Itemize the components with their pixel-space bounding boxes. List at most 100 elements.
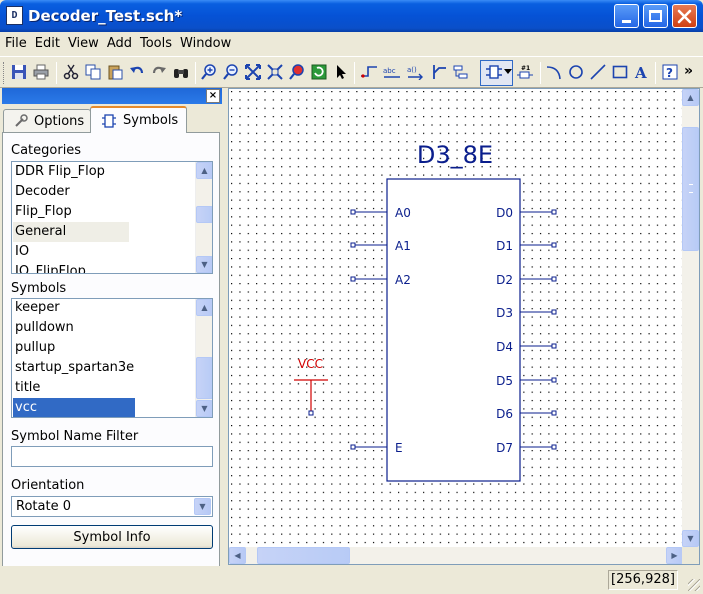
scroll-thumb[interactable] xyxy=(196,357,212,399)
zoom-full-icon[interactable] xyxy=(244,63,262,81)
list-item[interactable]: pulldown xyxy=(13,318,135,338)
orientation-select[interactable]: Rotate 0 ▼ xyxy=(11,496,213,517)
scroll-down-icon[interactable]: ▼ xyxy=(196,256,212,273)
pin-e-connector[interactable] xyxy=(350,444,356,450)
pin-d7-connector[interactable] xyxy=(551,444,557,450)
pin-d6-connector[interactable] xyxy=(551,410,557,416)
add-line-icon[interactable] xyxy=(589,63,607,81)
categories-scrollbar[interactable]: ▲ ▼ xyxy=(195,162,212,273)
panel-close-icon[interactable]: × xyxy=(206,89,220,103)
menu-edit[interactable]: Edit xyxy=(32,36,63,51)
tab-symbols[interactable]: Symbols xyxy=(90,106,187,133)
scroll-up-icon[interactable]: ▲ xyxy=(196,299,212,316)
toolbar-overflow-button[interactable]: » xyxy=(684,63,693,79)
resize-grip-icon[interactable] xyxy=(688,579,700,591)
list-item[interactable]: title xyxy=(13,378,135,398)
title-bar[interactable]: D Decoder_Test.sch* xyxy=(0,0,703,32)
categories-list[interactable]: DDR Flip_Flop Decoder Flip_Flop General … xyxy=(11,161,213,274)
pin-d2-connector[interactable] xyxy=(551,276,557,282)
refresh-icon[interactable] xyxy=(310,63,328,81)
save-icon[interactable] xyxy=(10,63,28,81)
print-icon[interactable] xyxy=(32,63,50,81)
scroll-up-icon[interactable]: ▲ xyxy=(196,162,212,179)
scroll-left-icon[interactable]: ◀ xyxy=(229,547,246,564)
add-rectangle-icon[interactable] xyxy=(611,63,629,81)
redo-icon[interactable] xyxy=(150,63,168,81)
list-item[interactable]: pullup xyxy=(13,338,135,358)
add-io-marker-icon[interactable]: a() xyxy=(406,63,424,81)
list-item[interactable]: IO xyxy=(13,242,129,262)
help-icon[interactable]: ? xyxy=(661,63,679,81)
add-symbol-icon[interactable] xyxy=(485,63,503,81)
add-arc-icon[interactable] xyxy=(545,63,563,81)
scroll-down-icon[interactable]: ▼ xyxy=(682,530,699,547)
symbol-info-button[interactable]: Symbol Info xyxy=(11,525,213,549)
scroll-thumb[interactable] xyxy=(257,547,350,564)
scroll-right-icon[interactable]: ▶ xyxy=(666,547,683,564)
menu-window[interactable]: Window xyxy=(177,36,234,51)
zoom-fit-icon[interactable] xyxy=(266,63,284,81)
pin-d3-connector[interactable] xyxy=(551,309,557,315)
select-arrow-icon[interactable] xyxy=(332,63,350,81)
undo-icon[interactable] xyxy=(128,63,146,81)
list-item-selected[interactable]: vcc xyxy=(13,398,135,417)
add-symbol-tree-icon[interactable] xyxy=(452,63,470,81)
add-text-icon[interactable]: A xyxy=(633,63,651,81)
add-instance-name-icon[interactable]: #1 xyxy=(516,63,534,81)
pin-d1-connector[interactable] xyxy=(551,242,557,248)
canvas-vertical-scrollbar[interactable]: ▲ ▼ xyxy=(682,89,699,547)
pin-a1-connector[interactable] xyxy=(350,242,356,248)
pin-d4-connector[interactable] xyxy=(551,343,557,349)
add-symbol-dropdown-icon[interactable] xyxy=(503,63,513,81)
pin-a0-connector[interactable] xyxy=(350,209,356,215)
close-button[interactable] xyxy=(672,4,697,28)
add-net-name-icon[interactable]: abc xyxy=(383,63,401,81)
toolbar-separator xyxy=(56,62,57,84)
menu-view[interactable]: View xyxy=(65,36,102,51)
canvas-horizontal-scrollbar[interactable]: ◀ ▶ xyxy=(229,547,683,564)
find-icon[interactable] xyxy=(172,63,190,81)
pin-d0-connector[interactable] xyxy=(551,209,557,215)
list-item[interactable]: General xyxy=(13,222,129,242)
tab-symbols-label: Symbols xyxy=(123,113,179,128)
list-item[interactable]: Flip_Flop xyxy=(13,202,129,222)
list-item[interactable]: Decoder xyxy=(13,182,129,202)
zoom-out-icon[interactable] xyxy=(222,63,240,81)
paste-icon[interactable] xyxy=(106,63,124,81)
list-item[interactable]: DDR Flip_Flop xyxy=(13,162,129,182)
menu-file[interactable]: File xyxy=(2,36,30,51)
scroll-down-icon[interactable]: ▼ xyxy=(196,400,212,417)
schematic-canvas[interactable]: D3_8E A0 A1 A2 E D0 D1 D2 D3 D4 D5 D6 D7… xyxy=(229,89,683,547)
zoom-in-icon[interactable] xyxy=(200,63,218,81)
list-item[interactable]: startup_spartan3e xyxy=(13,358,135,378)
copy-icon[interactable] xyxy=(84,63,102,81)
scroll-thumb[interactable] xyxy=(682,127,699,251)
symbols-list[interactable]: keeper pulldown pullup startup_spartan3e… xyxy=(11,298,213,418)
pin-d5-connector[interactable] xyxy=(551,377,557,383)
list-item[interactable]: IO_FlipFlop xyxy=(13,262,129,273)
pin-a2-connector[interactable] xyxy=(350,276,356,282)
menu-add[interactable]: Add xyxy=(104,36,135,51)
scroll-thumb[interactable] xyxy=(196,206,212,223)
chevron-down-icon[interactable]: ▼ xyxy=(194,498,211,515)
menu-tools[interactable]: Tools xyxy=(137,36,175,51)
tab-options[interactable]: Options xyxy=(3,109,91,132)
component-name[interactable]: D3_8E xyxy=(417,141,493,169)
vcc-connector[interactable] xyxy=(308,410,314,416)
minimize-button[interactable] xyxy=(614,4,639,28)
symbols-scrollbar[interactable]: ▲ ▼ xyxy=(195,299,212,417)
symbol-name-filter-label: Symbol Name Filter xyxy=(11,429,139,444)
add-wire-icon[interactable] xyxy=(360,63,378,81)
decoder-body[interactable] xyxy=(386,178,521,482)
list-item[interactable]: keeper xyxy=(13,299,135,318)
schematic-drawing: D3_8E A0 A1 A2 E D0 D1 D2 D3 D4 D5 D6 D7… xyxy=(229,89,683,547)
add-circle-icon[interactable] xyxy=(567,63,585,81)
schematic-doc-icon[interactable]: D xyxy=(6,6,23,25)
toolbar-grip[interactable] xyxy=(3,62,6,84)
maximize-button[interactable] xyxy=(643,4,668,28)
add-bus-tap-icon[interactable] xyxy=(429,63,447,81)
cut-icon[interactable] xyxy=(62,63,80,81)
zoom-selection-icon[interactable] xyxy=(288,63,306,81)
symbol-name-filter-input[interactable] xyxy=(11,446,213,467)
scroll-up-icon[interactable]: ▲ xyxy=(682,89,699,106)
